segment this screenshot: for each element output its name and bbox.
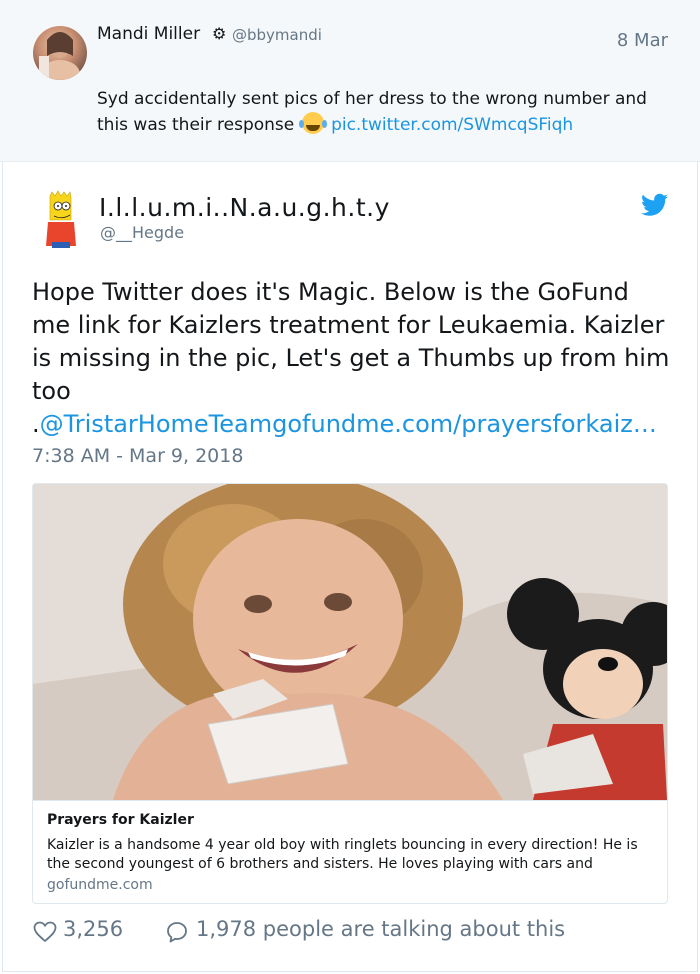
tweet-text: Syd accidentally sent pics of her dress … (97, 87, 667, 138)
tweet-text-dot: . (32, 410, 40, 438)
talking-count[interactable]: 1,978 people are talking about this (196, 917, 565, 941)
author-name[interactable]: Mandi Miller (97, 24, 200, 44)
tweet-text: Hope Twitter does it's Magic. Below is t… (32, 276, 672, 441)
link-preview-card[interactable]: Prayers for Kaizler Kaizler is a handsom… (32, 483, 668, 904)
card-domain: gofundme.com (47, 877, 153, 893)
heart-icon[interactable] (33, 921, 57, 943)
twitter-bird-icon[interactable] (641, 193, 668, 217)
card-image[interactable] (33, 484, 667, 800)
author-handle[interactable]: @__Hegde (100, 223, 184, 242)
card-title[interactable]: Prayers for Kaizler (47, 812, 194, 828)
card-description: Kaizler is a handsome 4 year old boy wit… (47, 837, 638, 872)
author-name[interactable]: I.l.l.u.m.i..N.a.u.g.h.t.y (99, 193, 390, 222)
pic-link[interactable]: pic.twitter.com/SWmcqSFiqh (331, 115, 573, 135)
avatar[interactable] (33, 26, 87, 80)
tweet-timestamp[interactable]: 7:38 AM - Mar 9, 2018 (32, 445, 243, 467)
comment-bubble-icon[interactable] (166, 921, 188, 943)
quoted-tweet[interactable]: Mandi Miller ⚙ @bbymandi 8 Mar Syd accid… (0, 0, 700, 162)
like-count[interactable]: 3,256 (63, 917, 123, 941)
avatar[interactable] (40, 190, 80, 248)
tweet-date[interactable]: 8 Mar (617, 30, 668, 51)
mention-link[interactable]: @TristarHomeTeam (40, 410, 272, 438)
gofundme-link[interactable]: gofundme.com/prayersforkaiz… (272, 410, 657, 438)
tweet-text-body: Hope Twitter does it's Magic. Below is t… (32, 278, 670, 405)
gear-icon: ⚙ (212, 24, 227, 43)
author-handle[interactable]: @bbymandi (232, 26, 322, 44)
laughing-tears-emoji-icon (298, 112, 324, 134)
card-body[interactable]: Prayers for Kaizler Kaizler is a handsom… (33, 800, 667, 903)
